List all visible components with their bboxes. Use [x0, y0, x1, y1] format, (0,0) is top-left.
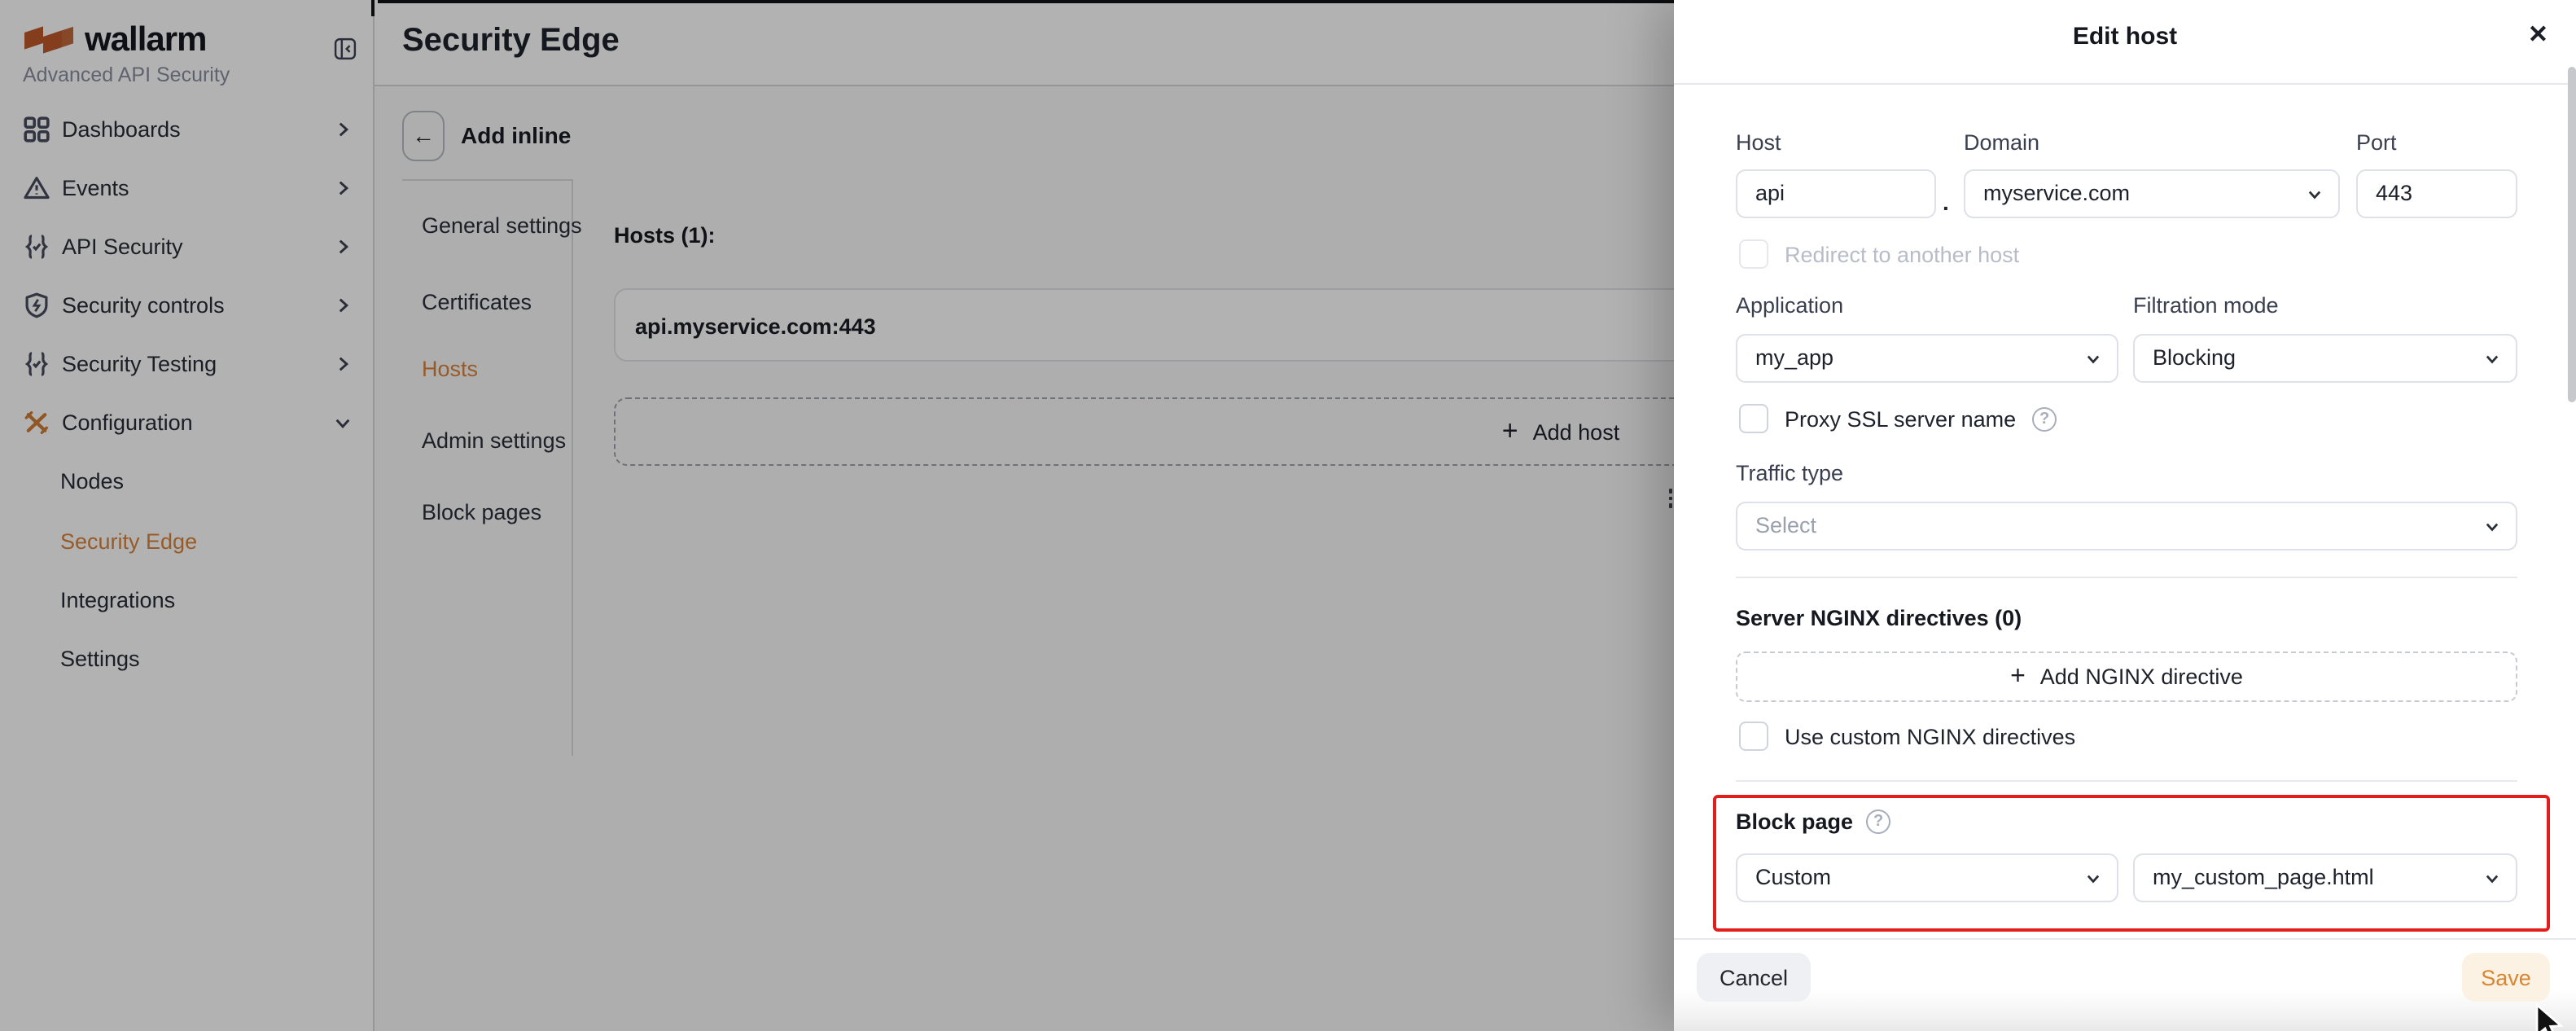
proxy-ssl-checkbox[interactable] [1739, 404, 1768, 433]
nginx-directives-heading: Server NGINX directives (0) [1736, 606, 2022, 630]
edit-host-drawer: Edit host ✕ Host Domain Port api . myser… [1674, 0, 2576, 1031]
help-icon[interactable]: ? [1866, 809, 1890, 834]
application-select[interactable]: my_app [1736, 334, 2118, 383]
host-domain-separator: . [1943, 189, 1949, 215]
block-page-file-value: my_custom_page.html [2153, 865, 2374, 889]
help-icon[interactable]: ? [2032, 406, 2057, 431]
chevron-down-icon [2306, 186, 2324, 204]
section-divider [1736, 780, 2517, 782]
block-page-type-value: Custom [1755, 865, 1831, 889]
chevron-down-icon [2483, 518, 2501, 536]
redirect-label: Redirect to another host [1785, 242, 2019, 266]
filtration-mode-select-value: Blocking [2153, 345, 2236, 370]
chevron-down-icon [2084, 870, 2102, 888]
traffic-type-placeholder: Select [1755, 513, 1816, 537]
redirect-checkbox[interactable] [1739, 239, 1768, 269]
chevron-down-icon [2084, 350, 2102, 368]
filtration-mode-select[interactable]: Blocking [2133, 334, 2517, 383]
filtration-mode-label: Filtration mode [2133, 293, 2279, 318]
vertical-dots-icon [1668, 489, 1673, 511]
cancel-button[interactable]: Cancel [1697, 953, 1811, 1002]
host-field-label: Host [1736, 130, 1781, 155]
port-field-label: Port [2356, 130, 2397, 155]
scrollbar-thumb[interactable] [2568, 67, 2575, 402]
app-root: wallarm Advanced API Security Dashboards… [0, 0, 2576, 1031]
traffic-type-select[interactable]: Select [1736, 502, 2517, 551]
close-icon[interactable]: ✕ [2528, 21, 2548, 50]
block-page-type-select[interactable]: Custom [1736, 853, 2118, 902]
proxy-ssl-label: Proxy SSL server name [1785, 406, 2016, 431]
block-page-heading-row: Block page ? [1736, 809, 1890, 834]
use-custom-nginx-label: Use custom NGINX directives [1785, 724, 2075, 748]
domain-select[interactable]: myservice.com [1964, 169, 2340, 218]
proxy-ssl-checkbox-row: Proxy SSL server name ? [1739, 404, 2057, 433]
traffic-type-label: Traffic type [1736, 461, 1843, 485]
port-input[interactable]: 443 [2356, 169, 2517, 218]
block-page-file-select[interactable]: my_custom_page.html [2133, 853, 2517, 902]
use-custom-nginx-row: Use custom NGINX directives [1739, 722, 2075, 751]
add-nginx-directive-button[interactable]: + Add NGINX directive [1736, 652, 2517, 702]
chevron-down-icon [2483, 350, 2501, 368]
plus-icon: + [2010, 662, 2026, 691]
chevron-down-icon [2483, 870, 2501, 888]
drawer-title: Edit host [1674, 23, 2576, 50]
host-input[interactable]: api [1736, 169, 1936, 218]
drawer-footer: Cancel Save [1674, 938, 2576, 1031]
add-nginx-directive-label: Add NGINX directive [2040, 665, 2243, 689]
section-divider [1736, 577, 2517, 578]
modal-dim-overlay[interactable] [0, 0, 1674, 1031]
domain-select-value: myservice.com [1983, 181, 2130, 205]
application-label: Application [1736, 293, 1843, 318]
domain-field-label: Domain [1964, 130, 2039, 155]
block-page-heading: Block page [1736, 809, 1853, 834]
use-custom-nginx-checkbox[interactable] [1739, 722, 1768, 751]
save-button[interactable]: Save [2462, 953, 2550, 1002]
application-select-value: my_app [1755, 345, 1833, 370]
drawer-header-divider [1674, 83, 2576, 85]
redirect-checkbox-row: Redirect to another host [1739, 239, 2019, 269]
